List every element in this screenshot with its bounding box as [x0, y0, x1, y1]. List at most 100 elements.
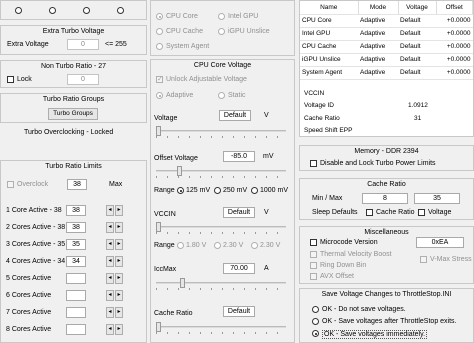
iccmax-slider[interactable] [156, 278, 286, 290]
vccin-range-radio-1[interactable] [177, 242, 184, 249]
disable-power-limits-checkbox[interactable] [310, 160, 317, 167]
save-option-on-exit-radio[interactable] [312, 318, 319, 325]
range-radio-1000[interactable] [251, 187, 258, 194]
voltage-slider[interactable] [156, 126, 286, 138]
core-limit-down-button[interactable]: ◂ [106, 239, 114, 250]
vccin-unit: V [264, 209, 269, 216]
core-limit-input[interactable] [66, 324, 86, 335]
memory-panel: Memory - DDR 2394 Disable and Lock Turbo… [299, 145, 474, 171]
overclock-ratio-input[interactable]: 38 [67, 179, 87, 190]
core-limit-input[interactable] [66, 307, 86, 318]
sleep-defaults-label: Sleep Defaults [312, 209, 358, 216]
microcode-label: Microcode Version [320, 239, 378, 246]
cache-max-input[interactable]: 35 [414, 193, 460, 204]
table-cell: +0.0000 [436, 40, 473, 54]
radio-option-2[interactable] [49, 7, 56, 14]
unlock-voltage-checkbox[interactable] [156, 75, 163, 83]
voltage-input[interactable]: Default [219, 110, 251, 121]
column-header-mode[interactable]: Mode [358, 1, 399, 15]
static-label: Static [228, 92, 246, 99]
table-cell: CPU Cache [300, 40, 358, 54]
vccin-range-radio-2[interactable] [214, 242, 221, 249]
domain-radio-igpu-unslice[interactable] [218, 28, 225, 35]
static-radio[interactable] [218, 92, 225, 99]
table-cell: Default [398, 53, 436, 67]
core-limit-down-button[interactable]: ◂ [106, 290, 114, 301]
vccin-input[interactable]: Default [223, 207, 255, 218]
extra-voltage-input[interactable]: 0 [67, 39, 99, 50]
offset-voltage-slider[interactable] [156, 166, 286, 178]
offset-voltage-input[interactable]: -85.0 [223, 151, 255, 162]
core-limit-input[interactable] [66, 273, 86, 284]
radio-option-1[interactable] [15, 7, 22, 14]
cache-min-input[interactable]: 8 [362, 193, 408, 204]
vccin-range-radio-3[interactable] [251, 242, 258, 249]
save-option-none-radio[interactable] [312, 306, 319, 313]
lock-label: Lock [17, 76, 32, 83]
core-limit-label: 7 Cores Active [6, 309, 52, 316]
column-header-voltage[interactable]: Voltage [398, 1, 437, 15]
core-limit-down-button[interactable]: ◂ [106, 273, 114, 284]
cache-ratio-checkbox[interactable] [366, 209, 373, 216]
overclock-label: Overclock [17, 181, 49, 188]
table-cell: Adaptive [358, 27, 398, 41]
range-radio-250[interactable] [214, 187, 221, 194]
domain-radio-cpu-cache[interactable] [156, 28, 163, 35]
core-limit-label: 6 Cores Active [6, 292, 52, 299]
core-limit-down-button[interactable]: ◂ [106, 324, 114, 335]
core-limit-up-button[interactable]: ▸ [115, 273, 123, 284]
vccin-slider[interactable] [156, 222, 286, 234]
core-limit-input[interactable]: 35 [66, 239, 86, 250]
overclock-checkbox[interactable] [7, 181, 14, 188]
domain-label-intel-gpu: Intel GPU [228, 13, 259, 20]
domain-label-cpu-core: CPU Core [166, 13, 198, 20]
offset-voltage-unit: mV [263, 153, 274, 160]
vmax-stress-checkbox[interactable] [420, 256, 427, 263]
table-row: CPU Core Adaptive Default +0.0000 [300, 14, 473, 28]
core-limit-up-button[interactable]: ▸ [115, 290, 123, 301]
core-limit-up-button[interactable]: ▸ [115, 239, 123, 250]
core-limit-down-button[interactable]: ◂ [106, 222, 114, 233]
save-option-none-label: OK - Do not save voltages. [322, 306, 406, 313]
table-row: iGPU Unslice Adaptive Default +0.0000 [300, 53, 473, 67]
adaptive-radio[interactable] [156, 92, 163, 99]
core-limit-down-button[interactable]: ◂ [106, 205, 114, 216]
cache-ratio-input[interactable]: Default [223, 306, 255, 317]
core-limit-down-button[interactable]: ◂ [106, 307, 114, 318]
save-option-immediately-label: OK - Save voltages immediately. [322, 330, 428, 339]
core-limit-input[interactable]: 38 [66, 222, 86, 233]
save-option-immediately-radio[interactable] [312, 330, 319, 337]
core-limit-up-button[interactable]: ▸ [115, 256, 123, 267]
disable-power-limits-label: Disable and Lock Turbo Power Limits [320, 160, 436, 167]
core-limit-up-button[interactable]: ▸ [115, 324, 123, 335]
turbo-groups-button[interactable]: Turbo Groups [48, 108, 98, 120]
domain-radio-cpu-core[interactable] [156, 13, 163, 20]
miscellaneous-title: Miscellaneous [364, 229, 409, 236]
lock-checkbox[interactable] [7, 76, 14, 83]
avx-offset-checkbox[interactable] [310, 273, 317, 280]
core-limit-input[interactable]: 38 [66, 205, 86, 216]
non-turbo-ratio-input[interactable]: 0 [67, 74, 99, 85]
avx-offset-label: AVX Offset [320, 273, 354, 280]
cache-ratio-slider[interactable] [156, 322, 286, 334]
column-header-offset[interactable]: Offset [436, 1, 473, 15]
core-limit-input[interactable]: 34 [66, 256, 86, 267]
thermal-velocity-boost-checkbox[interactable] [310, 251, 317, 258]
domain-radio-intel-gpu[interactable] [218, 13, 225, 20]
domain-label-cpu-cache: CPU Cache [166, 28, 203, 35]
domain-radio-system-agent[interactable] [156, 43, 163, 50]
range-radio-125[interactable] [177, 187, 184, 194]
core-limit-up-button[interactable]: ▸ [115, 222, 123, 233]
microcode-checkbox[interactable] [310, 239, 317, 246]
core-limit-input[interactable] [66, 290, 86, 301]
radio-option-3[interactable] [83, 7, 90, 14]
ring-down-bin-checkbox[interactable] [310, 262, 317, 269]
voltage-checkbox[interactable] [418, 209, 425, 216]
core-limit-up-button[interactable]: ▸ [115, 205, 123, 216]
save-voltages-title: Save Voltage Changes to ThrottleStop.INI [321, 291, 452, 298]
column-header-name[interactable]: Name [300, 1, 359, 15]
core-limit-up-button[interactable]: ▸ [115, 307, 123, 318]
iccmax-input[interactable]: 70.00 [223, 263, 255, 274]
core-limit-down-button[interactable]: ◂ [106, 256, 114, 267]
radio-option-4[interactable] [117, 7, 124, 14]
